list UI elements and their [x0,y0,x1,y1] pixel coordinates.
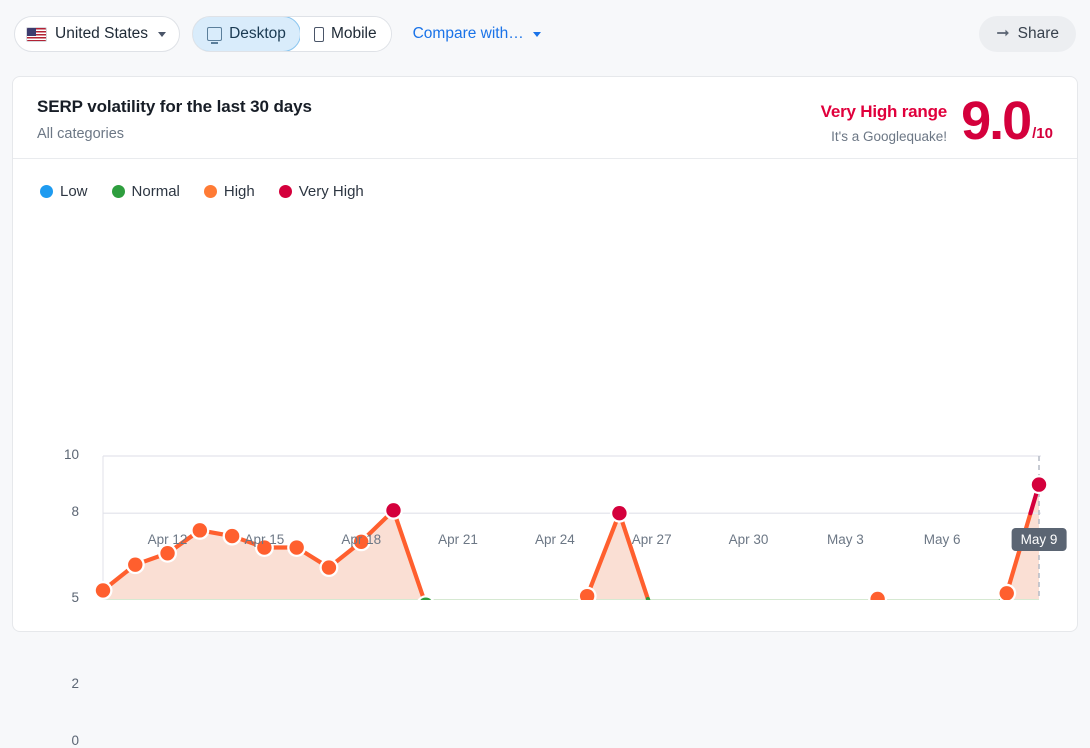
x-axis-tick-label[interactable]: Apr 24 [535,532,575,547]
chart-data-point[interactable] [223,527,242,546]
score-text-block: Very High range It's a Googlequake! [821,99,947,144]
score-value-wrap: 9.0 /10 [961,99,1053,143]
x-axis-tick-label[interactable]: Apr 27 [632,532,672,547]
chart-data-point[interactable] [126,555,145,574]
legend-label: Low [60,183,88,200]
toolbar: United States Desktop Mobile Compare wit… [0,0,1090,57]
y-axis-tick-label: 5 [49,590,79,605]
country-label: United States [55,25,148,43]
chart-data-point[interactable] [319,558,338,577]
chart-data-point[interactable] [610,504,629,523]
range-sublabel: It's a Googlequake! [821,129,947,144]
country-selector[interactable]: United States [14,16,180,52]
card-subtitle: All categories [37,126,312,142]
legend-item-high[interactable]: High [204,183,255,200]
score-summary: Very High range It's a Googlequake! 9.0 … [821,97,1053,144]
chevron-down-icon [158,32,166,37]
us-flag-icon [26,27,47,42]
legend-swatch-icon [112,185,125,198]
score-value: 9.0 [961,99,1030,143]
chevron-down-icon [533,32,541,37]
x-axis-tick-label[interactable]: Apr 30 [729,532,769,547]
chart-data-point[interactable] [94,581,113,600]
chart-data-point[interactable] [1030,475,1049,494]
share-arrow-icon: ➞ [996,26,1009,42]
card-header: SERP volatility for the last 30 days All… [13,77,1077,159]
x-axis-tick-label[interactable]: Apr 21 [438,532,478,547]
tab-desktop[interactable]: Desktop [192,16,301,52]
x-axis-tick-label[interactable]: Apr 12 [148,532,188,547]
legend-item-low[interactable]: Low [40,183,88,200]
legend-swatch-icon [204,185,217,198]
tab-mobile[interactable]: Mobile [300,17,391,51]
device-toggle-group: Desktop Mobile [192,16,392,52]
legend-swatch-icon [279,185,292,198]
share-button[interactable]: ➞ Share [979,16,1076,52]
legend-item-very-high[interactable]: Very High [279,183,364,200]
x-axis-tick-label[interactable]: May 6 [924,532,961,547]
y-axis-tick-label: 2 [49,676,79,691]
y-axis-tick-label: 0 [49,733,79,748]
x-axis-tick-label[interactable]: Apr 18 [341,532,381,547]
chart-data-point[interactable] [190,521,209,540]
volatility-card: SERP volatility for the last 30 days All… [12,76,1078,632]
card-header-text: SERP volatility for the last 30 days All… [37,97,312,142]
y-axis-tick-label: 8 [49,504,79,519]
tab-desktop-label: Desktop [229,25,286,43]
x-axis-tick-label-selected[interactable]: May 9 [1012,528,1067,551]
page-title: SERP volatility for the last 30 days [37,97,312,117]
compare-with-dropdown[interactable]: Compare with… [413,25,541,43]
legend-label: Very High [299,183,364,200]
legend-label: High [224,183,255,200]
score-denominator: /10 [1032,128,1053,140]
chart-legend: Low Normal High Very High [13,159,1077,200]
chart-data-point[interactable] [868,590,887,601]
y-axis-tick-label: 10 [49,447,79,462]
monitor-icon [207,27,222,41]
mobile-icon [314,27,324,42]
range-label: Very High range [821,102,947,122]
legend-swatch-icon [40,185,53,198]
share-button-label: Share [1018,25,1059,43]
chart-data-point[interactable] [287,538,306,557]
x-axis-tick-label[interactable]: Apr 15 [244,532,284,547]
compare-with-label: Compare with… [413,25,524,43]
legend-item-normal[interactable]: Normal [112,183,180,200]
legend-label: Normal [132,183,180,200]
chart-data-point[interactable] [384,501,403,520]
x-axis-tick-label[interactable]: May 3 [827,532,864,547]
tab-mobile-label: Mobile [331,25,377,43]
volatility-chart: 025810 Apr 12Apr 15Apr 18Apr 21Apr 24Apr… [13,200,1079,600]
